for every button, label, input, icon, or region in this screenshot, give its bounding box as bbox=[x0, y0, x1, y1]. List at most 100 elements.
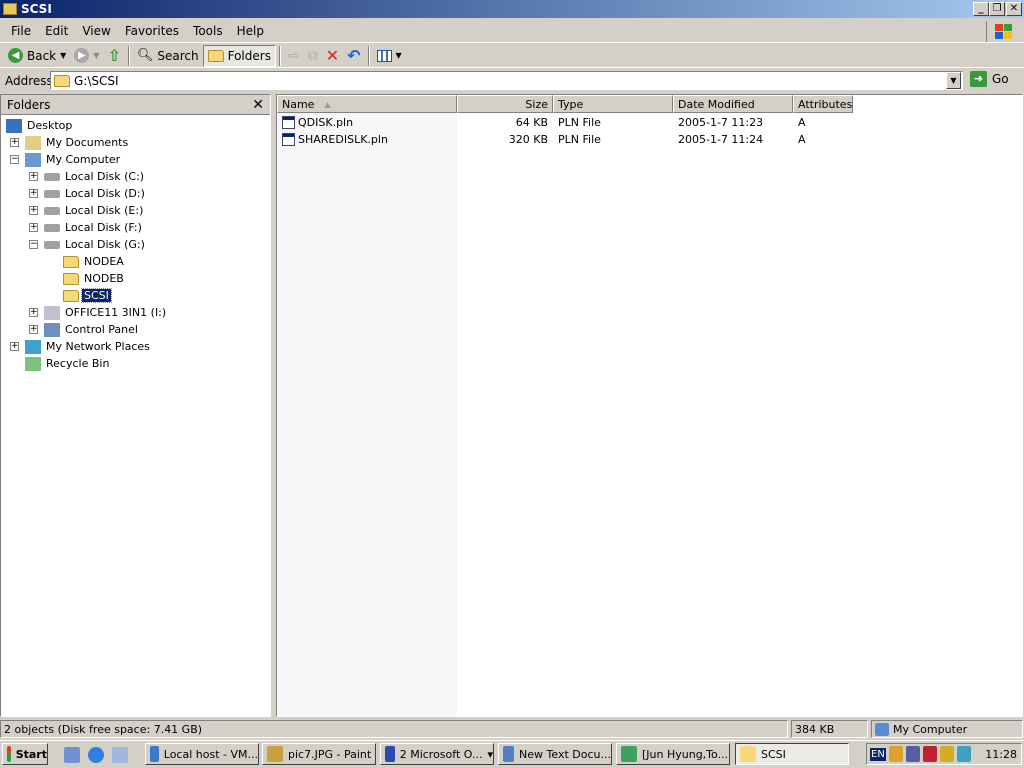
move-to-button[interactable]: ⇨ bbox=[284, 45, 304, 67]
column-header-name[interactable]: Name ▲ bbox=[277, 95, 457, 113]
folders-pane-header: Folders ✕ bbox=[1, 95, 270, 115]
taskbar-button[interactable]: [Jun Hyung,To... bbox=[616, 743, 730, 765]
search-button[interactable]: 🔍︎ Search bbox=[133, 45, 203, 67]
menu-edit[interactable]: Edit bbox=[38, 24, 75, 38]
move-to-icon: ⇨ bbox=[287, 47, 300, 64]
taskbar-button[interactable]: 2 Microsoft O... ▾ bbox=[380, 743, 494, 765]
chevron-down-icon: ▼ bbox=[395, 51, 402, 60]
delete-button[interactable]: ✕ bbox=[322, 45, 343, 67]
tray-network-icon[interactable] bbox=[905, 746, 920, 762]
tree-item[interactable]: Desktop bbox=[6, 117, 74, 134]
menu-tools[interactable]: Tools bbox=[186, 24, 230, 38]
start-button[interactable]: Start bbox=[2, 743, 48, 765]
address-dropdown-button[interactable]: ▼ bbox=[946, 72, 961, 89]
start-label: Start bbox=[15, 747, 47, 761]
tree-item[interactable]: Local Disk (E:) bbox=[44, 202, 145, 219]
up-folder-button[interactable]: ⇧ bbox=[103, 45, 124, 67]
go-button[interactable]: ➜ Go bbox=[970, 71, 1009, 87]
task-label: 2 Microsoft O... bbox=[399, 747, 483, 761]
taskbar-button[interactable]: Local host - VM... bbox=[145, 743, 259, 765]
tree-item-label: Local Disk (F:) bbox=[65, 221, 142, 234]
column-label: Name bbox=[282, 97, 315, 111]
folder-icon bbox=[63, 272, 79, 285]
taskbar-button[interactable]: New Text Docu... bbox=[498, 743, 612, 765]
undo-button[interactable]: ↶ bbox=[343, 45, 364, 67]
show-desktop-icon[interactable] bbox=[64, 747, 80, 763]
tree-item-label: My Network Places bbox=[46, 340, 150, 353]
expand-icon[interactable]: + bbox=[29, 189, 38, 198]
windows-logo-icon bbox=[986, 21, 1020, 42]
folder-icon bbox=[207, 49, 224, 62]
tray-app-icon[interactable] bbox=[888, 746, 903, 762]
tree-item-label: NODEB bbox=[84, 272, 124, 285]
cell-text: 2005-1-7 11:24 bbox=[678, 133, 764, 146]
copy-to-button[interactable]: ⧉ bbox=[304, 45, 322, 67]
tray-volume-icon[interactable] bbox=[956, 746, 971, 762]
expand-icon[interactable]: + bbox=[10, 138, 19, 147]
tree-item[interactable]: Local Disk (G:) bbox=[44, 236, 147, 253]
address-input[interactable]: G:\SCSI ▼ bbox=[50, 71, 963, 90]
menu-bar: File Edit View Favorites Tools Help bbox=[0, 20, 1024, 43]
menu-file[interactable]: File bbox=[4, 24, 38, 38]
tree-item[interactable]: Local Disk (F:) bbox=[44, 219, 144, 236]
tree-item[interactable]: SCSI bbox=[63, 287, 112, 304]
tree-item[interactable]: Recycle Bin bbox=[25, 355, 111, 372]
task-label: New Text Docu... bbox=[519, 747, 611, 761]
language-indicator[interactable]: EN bbox=[870, 747, 886, 761]
expand-icon[interactable]: + bbox=[29, 172, 38, 181]
tree-item-label: Local Disk (E:) bbox=[65, 204, 144, 217]
tree-item[interactable]: My Documents bbox=[25, 134, 130, 151]
collapse-icon[interactable]: − bbox=[10, 155, 19, 164]
expand-icon[interactable]: + bbox=[29, 325, 38, 334]
tree-item[interactable]: NODEB bbox=[63, 270, 126, 287]
toolbar: ◀ Back ▼ ▶ ▼ ⇧ 🔍︎ Search Folders ⇨ ⧉ ✕ ↶… bbox=[0, 44, 1024, 68]
column-header-attributes[interactable]: Attributes bbox=[793, 95, 853, 113]
file-row[interactable]: SHAREDISLK.pln 320 KB PLN File 2005-1-7 11:… bbox=[277, 131, 853, 148]
forward-button[interactable]: ▶ ▼ bbox=[70, 45, 103, 67]
file-row[interactable]: QDISK.pln 64 KB PLN File 2005-1-7 11:23 A bbox=[277, 114, 853, 131]
tree-item[interactable]: Local Disk (D:) bbox=[44, 185, 147, 202]
back-button[interactable]: ◀ Back ▼ bbox=[4, 45, 70, 67]
expand-icon[interactable]: + bbox=[10, 342, 19, 351]
internet-explorer-icon[interactable] bbox=[88, 747, 104, 763]
tree-item[interactable]: My Computer bbox=[25, 151, 122, 168]
menu-help[interactable]: Help bbox=[230, 24, 271, 38]
menu-view[interactable]: View bbox=[75, 24, 117, 38]
toolbar-separator bbox=[278, 45, 281, 66]
cell-size: 64 KB bbox=[457, 116, 553, 129]
expand-icon[interactable]: + bbox=[29, 223, 38, 232]
column-header-date-modified[interactable]: Date Modified bbox=[673, 95, 793, 113]
close-button[interactable]: ✕ bbox=[1006, 2, 1022, 16]
menu-favorites[interactable]: Favorites bbox=[118, 24, 186, 38]
close-pane-icon[interactable]: ✕ bbox=[252, 97, 264, 113]
restore-button[interactable]: ❐ bbox=[989, 2, 1005, 16]
folders-pane: Folders ✕ Desktop + My Documents − My Comput… bbox=[0, 94, 271, 717]
tree-item[interactable]: Local Disk (C:) bbox=[44, 168, 146, 185]
network-icon[interactable] bbox=[112, 747, 128, 763]
address-label: Address bbox=[5, 73, 53, 88]
tree-item[interactable]: OFFICE11 3IN1 (I:) bbox=[44, 304, 168, 321]
folders-button[interactable]: Folders bbox=[202, 44, 276, 67]
status-objects-text: 2 objects (Disk free space: 7.41 GB) bbox=[4, 722, 203, 736]
collapse-icon[interactable]: − bbox=[29, 240, 38, 249]
tray-app-icon[interactable] bbox=[939, 746, 954, 762]
search-label: Search bbox=[157, 48, 199, 63]
column-header-type[interactable]: Type bbox=[553, 95, 673, 113]
tree-item[interactable]: Control Panel bbox=[44, 321, 140, 338]
tree-item[interactable]: NODEA bbox=[63, 253, 126, 270]
views-button[interactable]: ▼ bbox=[373, 45, 406, 67]
chevron-down-icon: ▼ bbox=[93, 51, 100, 60]
tray-antivirus-icon[interactable] bbox=[922, 746, 937, 762]
taskbar-button[interactable]: pic7.JPG - Paint bbox=[262, 743, 376, 765]
tree-item[interactable]: My Network Places bbox=[25, 338, 152, 355]
taskbar-button[interactable]: SCSI bbox=[735, 743, 849, 765]
expand-icon[interactable]: + bbox=[29, 308, 38, 317]
minimize-button[interactable]: _ bbox=[973, 2, 989, 16]
expand-icon[interactable]: + bbox=[29, 206, 38, 215]
column-header-size[interactable]: Size bbox=[457, 95, 553, 113]
disk-icon bbox=[44, 223, 60, 232]
disk-icon bbox=[44, 206, 60, 215]
computer-icon bbox=[25, 152, 41, 167]
task-app-icon bbox=[621, 746, 637, 762]
cell-attributes: A bbox=[793, 133, 853, 146]
